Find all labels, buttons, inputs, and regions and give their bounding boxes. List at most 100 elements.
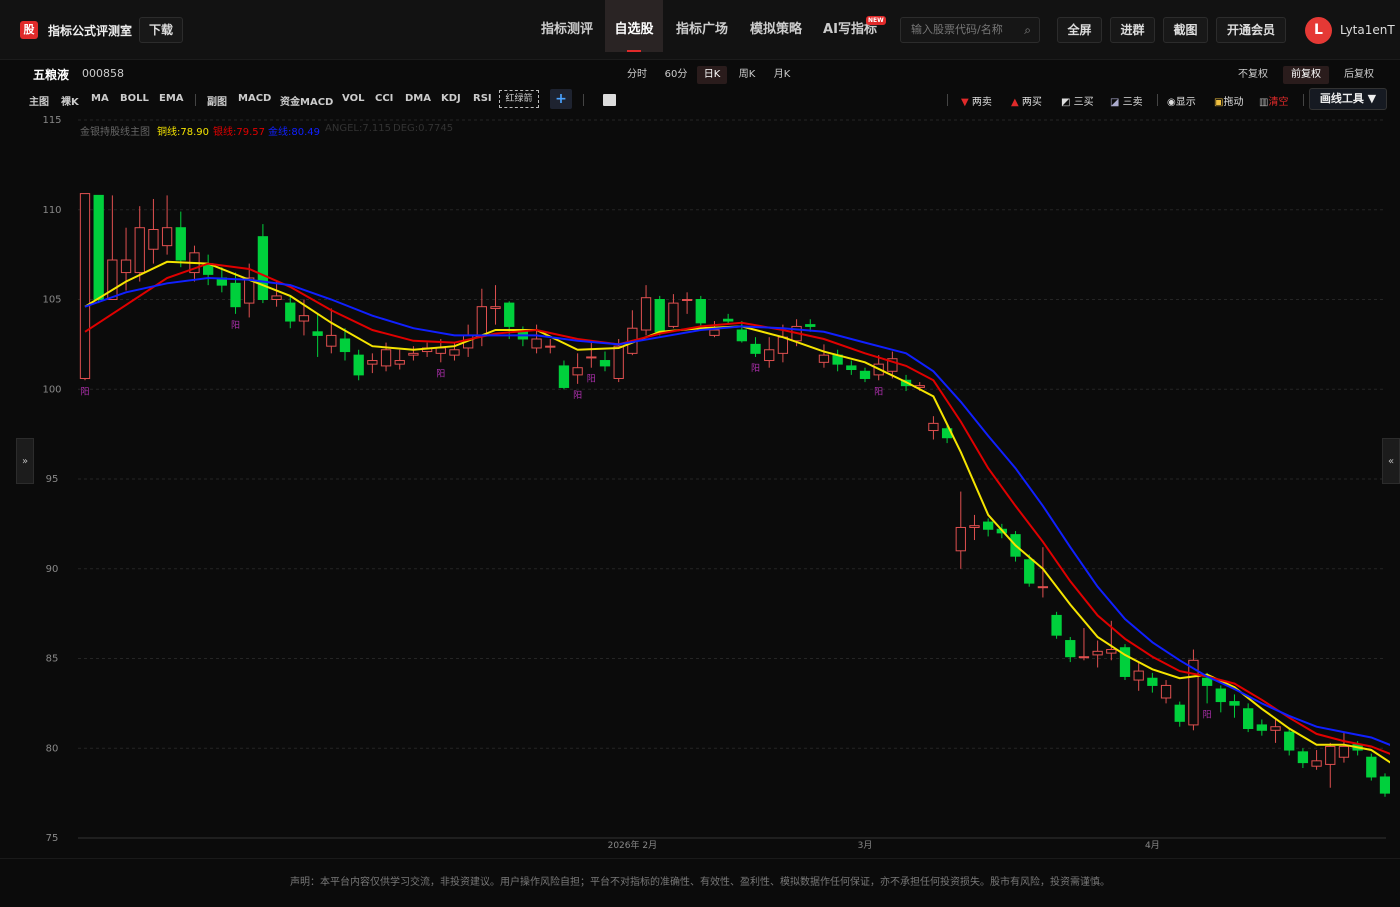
candle-body bbox=[1092, 650, 1103, 656]
ind-dma[interactable]: DMA bbox=[405, 93, 431, 104]
period-daily[interactable]: 日K bbox=[697, 66, 727, 84]
y-tick-label: 115 bbox=[42, 115, 61, 126]
ind-ema[interactable]: EMA bbox=[159, 93, 184, 104]
candle-body bbox=[1147, 677, 1158, 686]
nav-sim-strategy[interactable]: 模拟策略 bbox=[739, 0, 813, 52]
candle-body bbox=[736, 329, 747, 342]
candle-body bbox=[490, 306, 501, 309]
ind-cci[interactable]: CCI bbox=[375, 93, 393, 104]
search-icon[interactable]: ⌕ bbox=[1024, 18, 1031, 42]
join-group-button[interactable]: 进群 bbox=[1110, 17, 1155, 43]
candle-body bbox=[107, 259, 118, 300]
y-tick-label: 90 bbox=[46, 564, 59, 575]
period-60min[interactable]: 60分 bbox=[660, 66, 692, 84]
candle-body bbox=[695, 299, 706, 324]
kline-svg[interactable]: 11511010510095908580752026年 2月 3月 4月阳阳阳阳阳阳… bbox=[20, 112, 1390, 850]
candle-body bbox=[230, 282, 241, 308]
candle-body bbox=[326, 334, 337, 347]
candle-body bbox=[681, 299, 693, 301]
period-monthly[interactable]: 月K bbox=[768, 66, 796, 84]
tool-clear[interactable]: ▥清空 bbox=[1259, 93, 1288, 108]
legend-angel: ANGEL:7.115 bbox=[325, 123, 391, 134]
separator bbox=[195, 94, 196, 106]
candle-body bbox=[955, 526, 966, 552]
candle-body bbox=[1037, 586, 1049, 589]
ind-rsi[interactable]: RSI bbox=[473, 93, 492, 104]
tool-show[interactable]: ◉显示 bbox=[1167, 93, 1196, 108]
stock-search-input[interactable]: 输入股票代码/名称 ⌕ bbox=[900, 17, 1040, 43]
candle-body bbox=[1229, 701, 1240, 706]
separator bbox=[947, 94, 948, 106]
signal-label: 阳 bbox=[80, 386, 89, 397]
screenshot-button[interactable]: 截图 bbox=[1163, 17, 1208, 43]
candle-body bbox=[93, 194, 104, 300]
ind-naked-k[interactable]: 裸K bbox=[61, 93, 79, 108]
ind-macd[interactable]: MACD bbox=[238, 93, 271, 104]
signal-label: 阳 bbox=[874, 386, 883, 397]
candle-body bbox=[1243, 708, 1254, 730]
save-icon[interactable] bbox=[603, 94, 616, 106]
tool-two-buy[interactable]: ▲ 两买 bbox=[1011, 93, 1042, 108]
candle-body bbox=[1325, 745, 1336, 765]
tool-two-sell[interactable]: ▼ 两卖 bbox=[961, 93, 992, 108]
candle-body bbox=[1366, 756, 1377, 778]
nav-watchlist[interactable]: 自选股 bbox=[605, 0, 663, 52]
ind-boll[interactable]: BOLL bbox=[120, 93, 149, 104]
x-tick-label: 3月 bbox=[858, 840, 873, 850]
signal-arrows-toggle[interactable]: 红绿箭 bbox=[499, 90, 539, 108]
candle-body bbox=[449, 349, 460, 356]
candle-body bbox=[983, 521, 994, 530]
username[interactable]: Lyta1enT bbox=[1340, 23, 1395, 37]
adjust-forward[interactable]: 前复权 bbox=[1283, 66, 1329, 84]
ind-kdj[interactable]: KDJ bbox=[441, 93, 461, 104]
tool-three-sell[interactable]: ◪ 三卖 bbox=[1110, 93, 1143, 108]
down-triangle-icon: ▼ bbox=[961, 97, 969, 108]
avatar[interactable]: L bbox=[1305, 17, 1332, 44]
ind-sub[interactable]: 副图 bbox=[207, 93, 227, 108]
draw-tool-dropdown[interactable]: 画线工具 ▼ bbox=[1309, 88, 1387, 110]
ind-main[interactable]: 主图 bbox=[29, 93, 49, 108]
candle-body bbox=[1078, 656, 1090, 659]
candle-body bbox=[504, 302, 515, 327]
period-intraday[interactable]: 分时 bbox=[622, 66, 652, 84]
ind-fund-macd[interactable]: 资金MACD bbox=[280, 93, 333, 108]
candle-body bbox=[1024, 559, 1035, 584]
expand-left-button[interactable]: » bbox=[16, 438, 34, 484]
period-weekly[interactable]: 周K bbox=[733, 66, 761, 84]
candle-body bbox=[1297, 751, 1309, 764]
kline-chart[interactable]: 115 110 105 100 95 90 85 80 75 2026年 2月 3月 4月阳阳阳阳阳阳… bbox=[20, 112, 1390, 850]
vip-button[interactable]: 开通会员 bbox=[1216, 17, 1286, 43]
nav-indicator-review[interactable]: 指标测评 bbox=[530, 0, 604, 52]
tool-label: 两卖 bbox=[971, 97, 992, 108]
add-indicator-button[interactable]: + bbox=[550, 89, 572, 109]
signal-label: 阳 bbox=[751, 363, 760, 374]
candle-body bbox=[1174, 704, 1185, 722]
candle-body bbox=[545, 345, 556, 348]
adjust-none[interactable]: 不复权 bbox=[1233, 66, 1273, 84]
ind-vol[interactable]: VOL bbox=[342, 93, 364, 104]
separator bbox=[1303, 94, 1304, 106]
app-logo[interactable]: 股 bbox=[20, 21, 38, 39]
expand-right-button[interactable]: « bbox=[1382, 438, 1400, 484]
y-tick-label: 110 bbox=[42, 205, 61, 216]
tool-label: 清空 bbox=[1268, 97, 1289, 108]
candle-body bbox=[1133, 670, 1144, 681]
candle-body bbox=[435, 347, 446, 354]
adjust-backward[interactable]: 后复权 bbox=[1337, 66, 1381, 84]
tool-label: 拖动 bbox=[1223, 97, 1244, 108]
nav-ai-indicator[interactable]: AI写指标 bbox=[813, 0, 887, 52]
nav-indicator-square[interactable]: 指标广场 bbox=[665, 0, 739, 52]
candle-body bbox=[394, 360, 405, 365]
candle-body bbox=[558, 365, 570, 388]
separator bbox=[583, 94, 584, 106]
candle-body bbox=[805, 324, 816, 327]
app-name[interactable]: 指标公式评测室 bbox=[48, 22, 132, 39]
candle-body bbox=[161, 227, 173, 247]
tool-three-buy[interactable]: ◩ 三买 bbox=[1061, 93, 1094, 108]
candle-body bbox=[750, 343, 761, 354]
ind-ma[interactable]: MA bbox=[91, 93, 109, 104]
tool-drag[interactable]: ▣拖动 bbox=[1214, 93, 1243, 108]
tool-label: 三卖 bbox=[1122, 97, 1143, 108]
fullscreen-button[interactable]: 全屏 bbox=[1057, 17, 1102, 43]
download-button[interactable]: 下载 bbox=[139, 17, 183, 43]
